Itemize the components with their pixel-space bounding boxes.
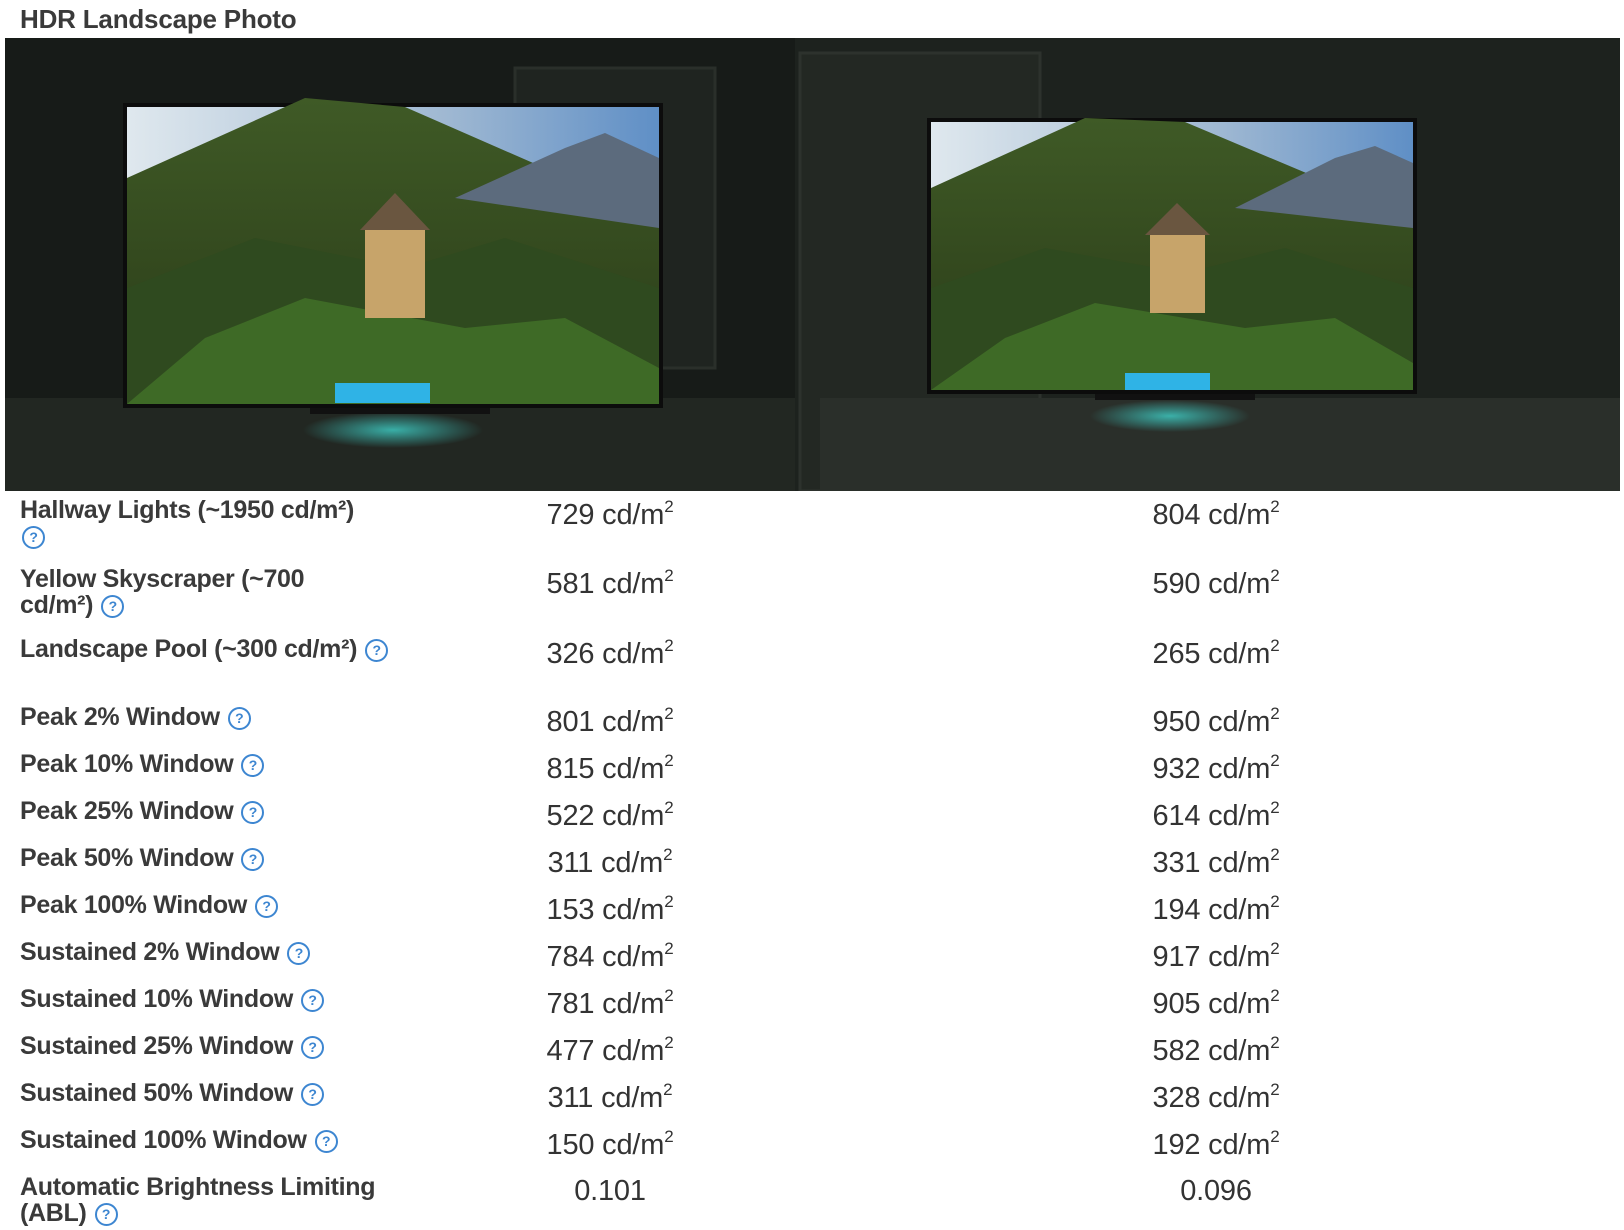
row-label-peak-10: Peak 10% Window? bbox=[20, 751, 410, 777]
value-cell: 477 cd/m2 bbox=[546, 1033, 674, 1067]
value-cell: 194 cd/m2 bbox=[1152, 892, 1280, 926]
help-icon[interactable]: ? bbox=[241, 754, 265, 777]
value-cell: 326 cd/m2 bbox=[546, 636, 674, 670]
row-label-sustained-2: Sustained 2% Window? bbox=[20, 939, 410, 965]
value-cell: 522 cd/m2 bbox=[546, 798, 674, 832]
row-label-sustained-100: Sustained 100% Window? bbox=[20, 1127, 410, 1153]
value-cell: 0.101 bbox=[574, 1175, 646, 1207]
help-icon[interactable]: ? bbox=[101, 595, 125, 618]
help-icon[interactable]: ? bbox=[300, 1083, 324, 1106]
row-label-peak-100: Peak 100% Window? bbox=[20, 892, 410, 918]
value-cell: 905 cd/m2 bbox=[1152, 986, 1280, 1020]
value-cell: 582 cd/m2 bbox=[1152, 1033, 1280, 1067]
row-label-yellow-skyscraper: Yellow Skyscraper (~700 cd/m²)? bbox=[20, 565, 305, 619]
row-label-peak-50: Peak 50% Window? bbox=[20, 845, 410, 871]
value-cell: 311 cd/m2 bbox=[547, 845, 673, 879]
help-icon[interactable]: ? bbox=[314, 1130, 338, 1153]
help-icon[interactable]: ? bbox=[300, 989, 324, 1012]
help-icon[interactable]: ? bbox=[287, 942, 311, 965]
row-label-peak-25: Peak 25% Window? bbox=[20, 798, 410, 824]
value-cell: 932 cd/m2 bbox=[1152, 751, 1280, 785]
value-cell: 328 cd/m2 bbox=[1152, 1080, 1280, 1114]
value-cell: 729 cd/m2 bbox=[546, 497, 674, 531]
measurements-table: Hallway Lights (~1950 cd/m²) ? 729 cd/m2… bbox=[0, 0, 1624, 1230]
value-cell: 265 cd/m2 bbox=[1152, 636, 1280, 670]
row-label-peak-2: Peak 2% Window? bbox=[20, 704, 410, 730]
value-cell: 781 cd/m2 bbox=[546, 986, 674, 1020]
row-label-sustained-25: Sustained 25% Window? bbox=[20, 1033, 410, 1059]
value-cell: 815 cd/m2 bbox=[546, 751, 674, 785]
value-cell: 153 cd/m2 bbox=[546, 892, 674, 926]
value-cell: 590 cd/m2 bbox=[1152, 566, 1280, 600]
help-icon[interactable]: ? bbox=[94, 1203, 118, 1226]
value-cell: 804 cd/m2 bbox=[1152, 497, 1280, 531]
value-cell: 331 cd/m2 bbox=[1152, 845, 1280, 879]
row-label-hallway-lights: Hallway Lights (~1950 cd/m²) ? bbox=[20, 497, 410, 549]
value-cell: 801 cd/m2 bbox=[546, 704, 674, 738]
value-cell: 614 cd/m2 bbox=[1152, 798, 1280, 832]
help-icon[interactable]: ? bbox=[22, 526, 45, 549]
value-cell: 0.096 bbox=[1180, 1175, 1252, 1207]
help-icon[interactable]: ? bbox=[241, 801, 265, 824]
help-icon[interactable]: ? bbox=[241, 848, 265, 871]
value-cell: 917 cd/m2 bbox=[1152, 939, 1280, 973]
help-icon[interactable]: ? bbox=[227, 707, 251, 730]
row-label-sustained-10: Sustained 10% Window? bbox=[20, 986, 410, 1012]
value-cell: 581 cd/m2 bbox=[546, 566, 674, 600]
value-cell: 311 cd/m2 bbox=[547, 1080, 673, 1114]
row-label-abl: Automatic Brightness Limiting (ABL)? bbox=[20, 1173, 376, 1227]
help-icon[interactable]: ? bbox=[255, 895, 278, 918]
value-cell: 192 cd/m2 bbox=[1152, 1127, 1280, 1161]
row-label-landscape-pool: Landscape Pool (~300 cd/m²)? bbox=[20, 636, 410, 662]
help-icon[interactable]: ? bbox=[365, 639, 389, 662]
value-cell: 150 cd/m2 bbox=[546, 1127, 674, 1161]
value-cell: 950 cd/m2 bbox=[1152, 704, 1280, 738]
value-cell: 784 cd/m2 bbox=[546, 939, 674, 973]
help-icon[interactable]: ? bbox=[300, 1036, 324, 1059]
row-label-sustained-50: Sustained 50% Window? bbox=[20, 1080, 410, 1106]
